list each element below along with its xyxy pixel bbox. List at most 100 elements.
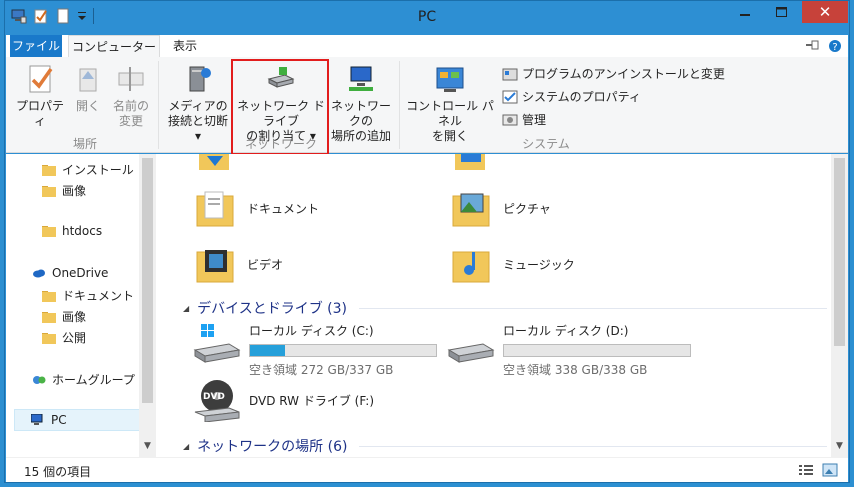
content-area: インストール 画像 htdocs OneDrive ドキュメント 画像 公開 ホ… [6, 154, 848, 457]
close-button[interactable]: ✕ [802, 1, 848, 23]
view-buttons [798, 463, 838, 480]
folder-label: ピクチャ [503, 201, 551, 216]
pc-icon [31, 414, 43, 425]
network-section-header[interactable]: ◢ ネットワークの場所 (6) [183, 436, 827, 456]
nav-item-label: ドキュメント [62, 289, 135, 303]
devices-section-header[interactable]: ◢ デバイスとドライブ (3) [183, 298, 827, 318]
pictures-folder-icon [452, 193, 490, 227]
main-scrollbar[interactable]: ▼ [831, 154, 848, 457]
drive-f[interactable]: DVD DVD RW ドライブ (F:) [193, 378, 374, 422]
close-icon: ✕ [818, 3, 832, 21]
folder-icon [42, 226, 56, 237]
control-panel-button[interactable]: コントロール パネル を開く [404, 61, 496, 144]
open-button[interactable]: 開く [70, 61, 106, 114]
help-icon[interactable]: ? [828, 39, 842, 56]
documents-folder-icon [196, 191, 234, 227]
drive-free-space: 空き領域 338 GB/338 GB [503, 363, 648, 377]
manage-button[interactable]: 管理 [502, 111, 546, 128]
add-location-label-1: ネットワークの [330, 99, 391, 128]
nav-item-htdocs[interactable]: htdocs [42, 224, 102, 238]
drive-name: ローカル ディスク (D:) [503, 324, 629, 338]
homegroup-icon [33, 375, 46, 384]
desktop-folder-icon[interactable] [451, 154, 491, 176]
drive-usage-bar [503, 344, 691, 357]
folder-icon [42, 185, 56, 197]
folder-icon [42, 311, 56, 323]
folder-tile[interactable]: ドキュメント [195, 188, 319, 228]
folder-tile[interactable]: ビデオ [195, 244, 283, 284]
control-panel-label-1: コントロール パネル [406, 99, 494, 128]
nav-item-homegroup[interactable]: ホームグループ [32, 371, 135, 388]
ribbon: プロパティ 開く 名前の 変更 場所 メディアの 接続と切断 ▾ ネットワーク … [6, 57, 848, 153]
nav-item-install[interactable]: インストール [42, 161, 134, 178]
folder-label: ドキュメント [247, 201, 320, 216]
tab-file[interactable]: ファイル [10, 35, 62, 57]
drive-c[interactable]: ローカル ディスク (C:) 空き領域 272 GB/337 GB [193, 322, 437, 378]
windows-drive-icon [193, 324, 241, 363]
properties-button[interactable]: プロパティ [14, 61, 66, 129]
ribbon-separator [158, 61, 159, 149]
media-connect-button[interactable]: メディアの 接続と切断 ▾ [164, 61, 232, 144]
tab-computer[interactable]: コンピューター [68, 35, 160, 57]
music-folder-icon [452, 251, 490, 283]
maximize-button[interactable] [767, 1, 795, 23]
nav-item-label: 画像 [62, 184, 87, 198]
folder-tile[interactable]: ミュージック [451, 244, 575, 284]
section-divider [359, 307, 827, 309]
open-label: 開く [75, 99, 100, 113]
section-divider [359, 445, 827, 447]
folder-tile[interactable]: ピクチャ [451, 188, 551, 228]
nav-item-label: 画像 [62, 310, 87, 324]
status-bar: 15 個の項目 [6, 457, 848, 482]
group-label-location: 場所 [72, 137, 97, 151]
folder-icon [42, 164, 56, 176]
drive-name: DVD RW ドライブ (F:) [249, 393, 375, 408]
nav-item-label: ホームグループ [52, 373, 135, 387]
title-bar[interactable]: PC ✕ [5, 1, 849, 33]
nav-item-images[interactable]: 画像 [42, 182, 86, 199]
rename-label-1: 名前の [112, 99, 149, 113]
minimize-button[interactable] [731, 1, 759, 23]
hard-drive-icon [447, 343, 495, 363]
downloads-folder-icon[interactable] [195, 154, 235, 176]
nav-scrollbar[interactable]: ▼ [139, 154, 156, 457]
drive-usage-fill [250, 345, 285, 356]
drive-d[interactable]: ローカル ディスク (D:) 空き領域 338 GB/338 GB [447, 322, 691, 378]
uninstall-label: プログラムのアンインストールと変更 [522, 67, 725, 81]
drive-free-space: 空き領域 272 GB/337 GB [249, 363, 394, 377]
media-label-1: メディアの [168, 99, 228, 113]
nav-item-onedrive-documents[interactable]: ドキュメント [42, 287, 134, 304]
nav-scrollbar-thumb[interactable] [142, 158, 153, 403]
large-icons-view-icon[interactable] [822, 463, 838, 480]
chevron-down-icon[interactable]: ▼ [831, 441, 848, 451]
uninstall-program-button[interactable]: プログラムのアンインストールと変更 [502, 65, 725, 82]
rename-button[interactable]: 名前の 変更 [109, 61, 153, 129]
nav-item-label: htdocs [62, 224, 103, 238]
folder-icon [42, 332, 56, 344]
nav-item-pc[interactable]: PC [14, 409, 154, 431]
media-label-2: 接続と切断 ▾ [167, 114, 228, 143]
items-view: ドキュメント ピクチャ ビデオ ミュージック ◢ デバイスとドライブ (3) ロ… [157, 154, 831, 457]
nav-item-onedrive[interactable]: OneDrive [32, 266, 108, 280]
ribbon-controls: ? [806, 39, 842, 56]
section-title: デバイスとドライブ (3) [197, 301, 348, 317]
nav-item-onedrive-images[interactable]: 画像 [42, 308, 86, 325]
chevron-down-icon[interactable]: ▼ [139, 441, 156, 451]
tab-view[interactable]: 表示 [160, 35, 210, 57]
drive-info: ローカル ディスク (C:) 空き領域 272 GB/337 GB [249, 322, 437, 378]
network-location-icon [349, 66, 373, 91]
details-view-icon[interactable] [798, 463, 814, 480]
nav-item-public[interactable]: 公開 [42, 329, 86, 346]
pin-icon[interactable] [806, 39, 820, 56]
main-scrollbar-thumb[interactable] [834, 158, 845, 346]
system-properties-icon [502, 90, 518, 103]
system-properties-button[interactable]: システムのプロパティ [502, 88, 641, 105]
add-network-location-button[interactable]: ネットワークの 場所の追加 [328, 61, 394, 144]
add-location-label-2: 場所の追加 [330, 129, 391, 143]
drive-info: ローカル ディスク (D:) 空き領域 338 GB/338 GB [503, 322, 691, 378]
collapse-icon[interactable]: ◢ [183, 304, 189, 313]
videos-folder-icon [196, 250, 234, 283]
properties-icon [29, 65, 53, 93]
nav-item-label: インストール [62, 163, 134, 177]
collapse-icon[interactable]: ◢ [183, 442, 189, 451]
